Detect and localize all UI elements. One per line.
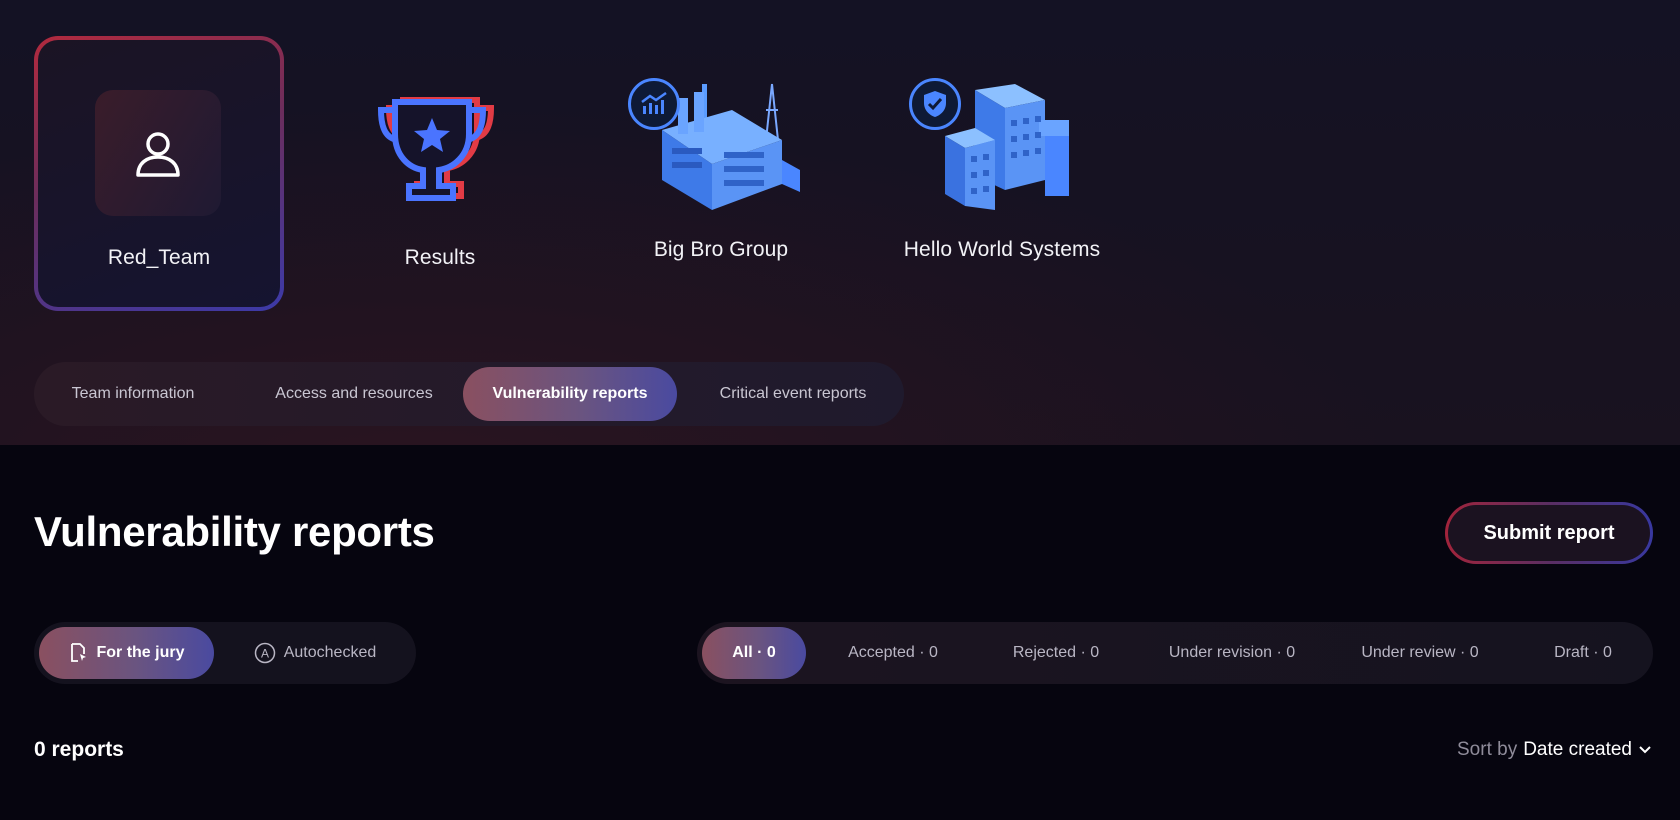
letter-a-circle-icon: A xyxy=(254,642,275,664)
sort-dropdown[interactable]: Sort by Date created xyxy=(1457,739,1652,761)
sort-value: Date created xyxy=(1523,739,1632,760)
section-tabs: Team information Access and resources Vu… xyxy=(34,362,904,426)
trophy-icon xyxy=(377,97,495,201)
nav-tile-red-team[interactable]: Red_Team xyxy=(34,36,284,311)
filter-label: For the jury xyxy=(96,644,185,661)
status-filter: All · 0 Accepted · 0 Rejected · 0 Under … xyxy=(697,622,1653,684)
source-filter: For the jury A Autochecked xyxy=(34,622,416,684)
submit-report-label: Submit report xyxy=(1448,505,1650,561)
reports-count: 0 reports xyxy=(34,738,124,761)
nav-tile-label: Hello World Systems xyxy=(903,238,1101,261)
status-rejected[interactable]: Rejected · 0 xyxy=(995,627,1117,679)
nav-tile-results[interactable]: Results xyxy=(315,36,565,311)
status-draft[interactable]: Draft · 0 xyxy=(1533,627,1633,679)
nav-tile-label: Big Bro Group xyxy=(653,238,789,261)
nav-tile-hello-world-systems[interactable]: Hello World Systems xyxy=(877,36,1127,311)
user-icon xyxy=(136,132,180,177)
nav-tile-big-bro-group[interactable]: Big Bro Group xyxy=(596,36,846,311)
sort-prefix: Sort by xyxy=(1457,739,1518,760)
chart-badge-icon xyxy=(628,78,680,130)
status-accepted[interactable]: Accepted · 0 xyxy=(829,627,957,679)
nav-tile-label: Results xyxy=(404,246,476,269)
filter-label: Autochecked xyxy=(283,644,377,661)
nav-tile-label: Red_Team xyxy=(107,246,211,269)
tab-team-information[interactable]: Team information xyxy=(40,367,226,421)
tab-access-and-resources[interactable]: Access and resources xyxy=(234,367,474,421)
submit-report-button[interactable]: Submit report xyxy=(1445,502,1653,564)
tab-critical-event-reports[interactable]: Critical event reports xyxy=(686,367,900,421)
filter-autochecked[interactable]: A Autochecked xyxy=(220,627,410,679)
document-cursor-icon xyxy=(71,643,87,662)
chevron-down-icon xyxy=(1639,746,1651,754)
status-under-review[interactable]: Under review · 0 xyxy=(1345,627,1495,679)
shield-check-icon xyxy=(909,78,961,130)
avatar xyxy=(95,90,221,216)
status-under-revision[interactable]: Under revision · 0 xyxy=(1157,627,1307,679)
tab-vulnerability-reports[interactable]: Vulnerability reports xyxy=(463,367,677,421)
svg-text:A: A xyxy=(261,647,269,661)
filter-for-the-jury[interactable]: For the jury xyxy=(39,627,214,679)
status-all[interactable]: All · 0 xyxy=(702,627,806,679)
page-title: Vulnerability reports xyxy=(34,508,435,555)
